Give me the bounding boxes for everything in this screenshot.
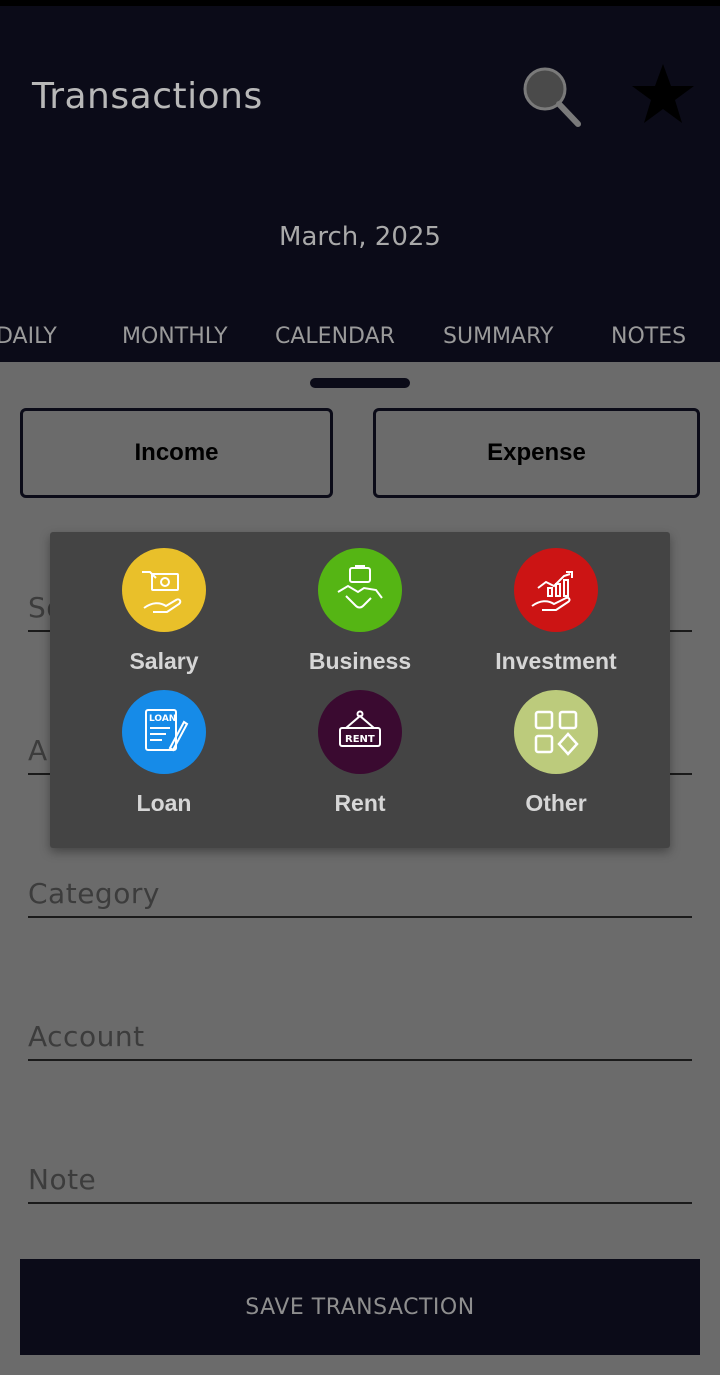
expense-button[interactable]: Expense [373,408,700,498]
category-salary[interactable]: Salary [66,548,262,688]
tab-daily[interactable]: DAILY [0,324,57,349]
category-label: Other [525,790,587,816]
category-label: Rent [334,790,386,816]
loan-icon: LOAN [122,690,206,774]
account-field-placeholder: Account [28,1020,145,1053]
category-loan[interactable]: LOAN Loan [66,690,262,830]
sheet-drag-handle[interactable] [310,378,410,388]
category-label: Salary [129,648,199,674]
search-icon[interactable] [518,62,582,128]
note-field[interactable]: Note [28,1152,692,1204]
tab-summary[interactable]: SUMMARY [443,324,553,349]
category-label: Loan [136,790,192,816]
category-investment[interactable]: Investment [458,548,654,688]
category-label: Business [308,648,412,674]
svg-text:LOAN: LOAN [149,714,176,724]
category-picker-popup: Salary Business Investment LOAN Loan REN… [50,532,670,848]
category-label: Investment [495,648,617,674]
salary-icon [122,548,206,632]
tab-notes[interactable]: NOTES [611,324,686,349]
tab-bar: DAILY MONTHLY CALENDAR SUMMARY NOTES [0,324,720,362]
account-field[interactable]: Account [28,1009,692,1061]
investment-icon [514,548,598,632]
category-business[interactable]: Business [262,548,458,688]
svg-text:RENT: RENT [345,734,375,745]
category-other[interactable]: Other [458,690,654,830]
income-button[interactable]: Income [20,408,333,498]
app-header: Transactions March, 2025 DAILY MONTHLY C… [0,6,720,362]
tab-monthly[interactable]: MONTHLY [122,324,228,349]
rent-sign-icon: RENT [318,690,402,774]
tab-calendar[interactable]: CALENDAR [275,324,395,349]
note-field-placeholder: Note [28,1163,97,1196]
other-grid-icon [514,690,598,774]
page-title: Transactions [32,76,263,117]
add-transaction-sheet: Income Expense So Am Category Account No… [0,362,720,1375]
category-field-placeholder: Category [28,877,160,910]
handshake-icon [318,548,402,632]
save-transaction-button[interactable]: SAVE TRANSACTION [20,1259,700,1355]
month-label[interactable]: March, 2025 [0,222,720,252]
category-rent[interactable]: RENT Rent [262,690,458,830]
category-field[interactable]: Category [28,866,692,918]
star-icon[interactable] [630,62,694,128]
